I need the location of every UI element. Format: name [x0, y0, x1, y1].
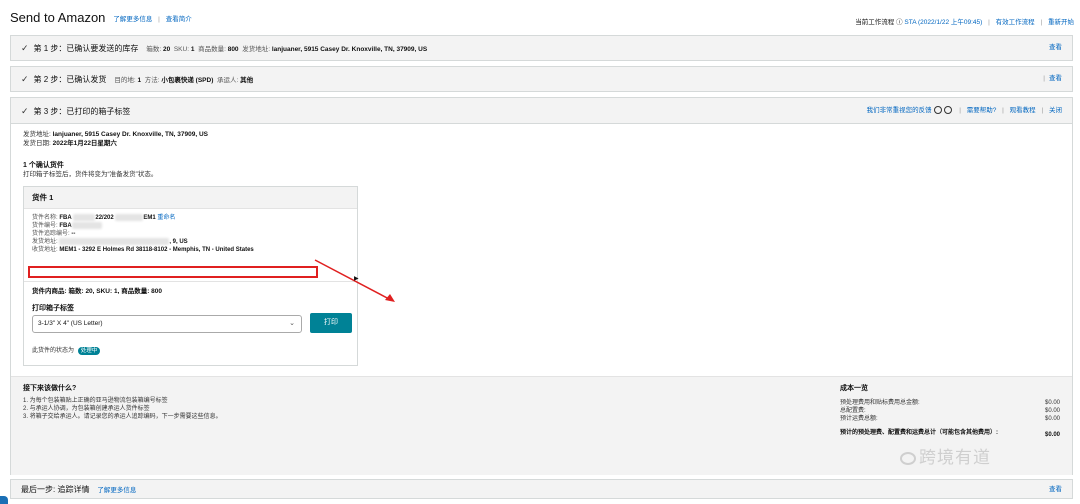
shipment-id-line: 货件编号: FBA [32, 222, 349, 230]
ship-from-line: 发货地址: lanjuaner, 5915 Casey Dr. Knoxvill… [23, 131, 208, 138]
step3-panel: ✓ 第 3 步：已打印的箱子标签 我们非常重视您的反馈 | 需要帮助? | 观看… [10, 97, 1073, 475]
step1-summary: 箱数: 20 SKU: 1 商品数量: 800 发货地址: lanjuaner,… [146, 46, 428, 53]
checkmark-icon: ✓ [21, 43, 29, 53]
divider: | [158, 15, 160, 23]
print-button[interactable]: 打印 [310, 313, 352, 333]
step1-view-link[interactable]: 查看 [1049, 36, 1062, 60]
cost-summary: 成本一览 预处理费用和贴标费用总金额: $0.00 总配置费: $0.00 预计运费… [840, 383, 1060, 438]
page-header: Send to Amazon 了解更多信息 | 查看简介 当前工作流程 ⓘ ST… [10, 10, 1074, 30]
cost-title: 成本一览 [840, 385, 868, 392]
step1-panel: ✓ 第 1 步：已确认要发送的库存 箱数: 20 SKU: 1 商品数量: 80… [10, 35, 1073, 61]
close-link[interactable]: 关闭 [1049, 107, 1062, 114]
status-badge: 处理中 [77, 347, 101, 355]
step2-panel: ✓ 第 2 步：已确认发货 目的地: 1 方法: 小包裹快递 (SPD) 承运人… [10, 66, 1073, 92]
shipment-name-line: 货件名称: FBA 22/202 EM1 重命名 [32, 214, 176, 222]
happy-face-icon[interactable] [934, 106, 943, 115]
cost-row: 预计运费总额: $0.00 [840, 416, 1060, 422]
confirmed-shipments-title: 1 个确认货件 [23, 162, 64, 169]
cost-row: 总配置费: $0.00 [840, 408, 1060, 414]
final-step-title: 最后一步: 追踪详情 [21, 485, 90, 494]
active-workflows-link[interactable]: 有效工作流程 [996, 19, 1035, 26]
watch-tutorial-link[interactable]: 观看教程 [1010, 107, 1036, 114]
cost-row: 预处理费用和贴标费用总金额: $0.00 [840, 400, 1060, 406]
final-view-link[interactable]: 查看 [1049, 480, 1062, 500]
page-title: Send to Amazon [10, 10, 106, 25]
highlight-box [28, 266, 318, 278]
confirmed-desc: 打印箱子标签后，货件将变为“准备发货”状态。 [23, 171, 158, 178]
current-workflow-label: 当前工作流程 [855, 19, 895, 26]
step3-title: 第 3 步：已打印的箱子标签 [33, 107, 131, 116]
step2-summary: 目的地: 1 方法: 小包裹快递 (SPD) 承运人: 其他 [114, 77, 254, 84]
cost-total-amount: $0.00 [1044, 432, 1060, 438]
view-intro-link[interactable]: 查看简介 [166, 16, 192, 23]
sad-face-icon[interactable] [944, 106, 953, 115]
step1-title: 第 1 步：已确认要发送的库存 [33, 44, 139, 53]
ship-to-line: 收货地址: MEM1 - 3292 E Holmes Rd 38118-8102… [32, 247, 254, 254]
chevron-down-icon: ⌄ [289, 320, 295, 327]
info-icon: ⓘ [896, 19, 903, 26]
checkmark-icon: ✓ [21, 106, 29, 116]
need-help-link[interactable]: 需要帮助? [967, 107, 997, 114]
restart-link[interactable]: 重新开始 [1048, 19, 1074, 26]
ship-from-line: 发货地址: , 9, US [32, 238, 188, 246]
final-learn-more-link[interactable]: 了解更多信息 [97, 487, 136, 494]
watermark: 跨境有道 [900, 443, 991, 468]
current-workflow-link[interactable]: STA (2022/1/22 上午09:45) [904, 19, 982, 26]
print-label-title: 打印箱子标签 [32, 305, 74, 312]
checkmark-icon: ✓ [21, 74, 29, 84]
step2-title: 第 2 步：已确认发货 [33, 75, 107, 84]
feedback-link[interactable]: 我们非常重视您的反馈 [867, 107, 932, 114]
wechat-icon [900, 451, 916, 465]
learn-more-link[interactable]: 了解更多信息 [113, 16, 152, 23]
ship-date-line: 发货日期: 2022年1月22日星期六 [23, 140, 117, 147]
final-step-panel: 最后一步: 追踪详情 了解更多信息 查看 [10, 479, 1073, 499]
shipment-status: 此货件的状态为 处理中 [32, 345, 101, 355]
shipment-card: 货件 1 货件名称: FBA 22/202 EM1 重命名 货件编号: FBA … [23, 186, 358, 366]
caret-right-icon: ▶ [354, 276, 359, 282]
shipment-contents: 货件内商品: 箱数: 20, SKU: 1, 商品数量: 800 [32, 288, 163, 295]
cost-total-label: 预计的预处理费、配置费和运费总计（可能包含其他费用）: [840, 430, 998, 436]
step2-view-link[interactable]: 查看 [1049, 75, 1062, 82]
label-size-select[interactable]: 3-1/3" X 4" (US Letter) ⌄ [32, 315, 302, 333]
edge-marker [0, 496, 8, 504]
workflow-info: 当前工作流程 ⓘ STA (2022/1/22 上午09:45) | 有效工作流… [855, 19, 1074, 26]
tracking-line: 货件追踪编号: -- [32, 231, 76, 238]
rename-link[interactable]: 重命名 [157, 215, 175, 221]
shipment-header: 货件 1 [24, 187, 357, 209]
